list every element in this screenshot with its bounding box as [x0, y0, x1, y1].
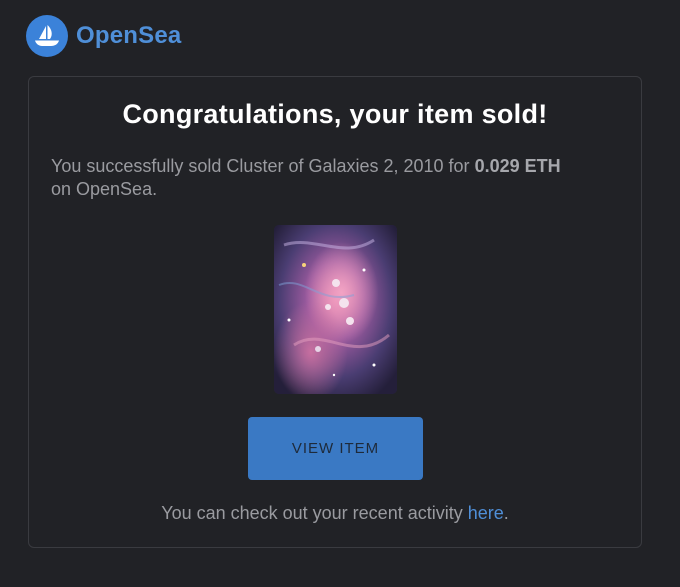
activity-link[interactable]: here	[468, 503, 504, 523]
headline: Congratulations, your item sold!	[122, 99, 548, 129]
brand-header[interactable]: OpenSea	[26, 15, 181, 57]
email-page: OpenSea Congratulations, your item sold!…	[0, 0, 680, 587]
footer-suffix: .	[503, 503, 509, 523]
sale-notification-card: Congratulations, your item sold! You suc…	[28, 76, 642, 548]
view-item-button[interactable]: VIEW ITEM	[248, 417, 423, 480]
message-suffix: on OpenSea.	[51, 179, 158, 199]
footer-note: You can check out your recent activity h…	[29, 503, 641, 524]
brand-name: OpenSea	[76, 22, 182, 49]
message-prefix: You successfully sold Cluster of Galaxie…	[51, 156, 475, 176]
sale-price: 0.029 ETH	[474, 156, 561, 176]
sale-message: You successfully sold Cluster of Galaxie…	[51, 155, 619, 201]
footer-prefix: You can check out your recent activity	[161, 503, 468, 523]
nft-artwork-image[interactable]	[274, 225, 397, 394]
sailboat-icon	[26, 15, 68, 57]
